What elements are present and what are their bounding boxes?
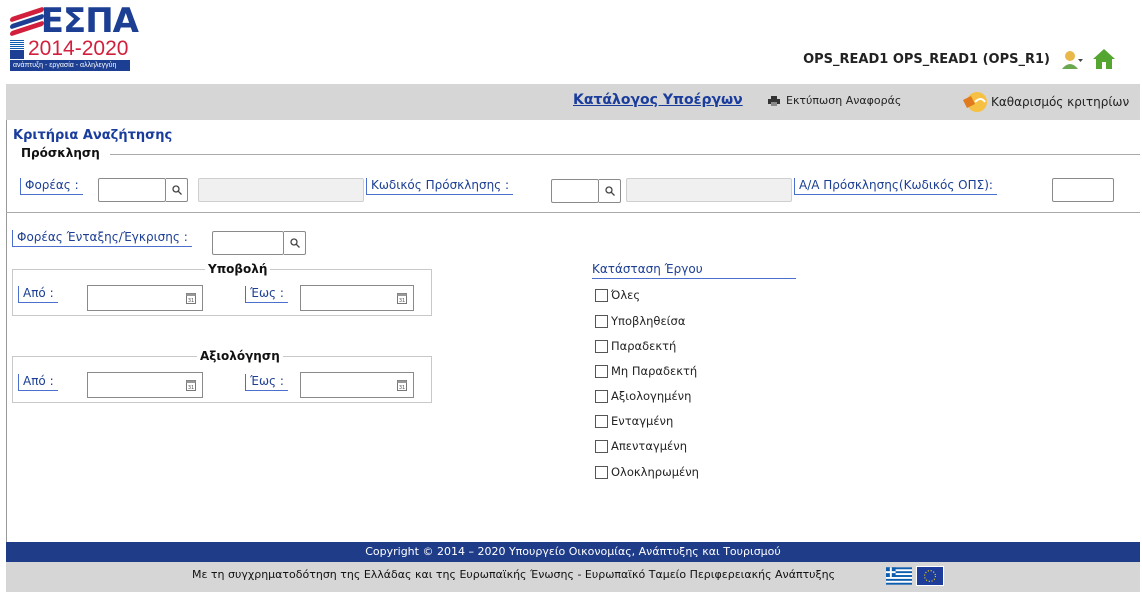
- agency-label: Φορέας :: [20, 178, 83, 195]
- status-option-completed[interactable]: Ολοκληρωμένη: [595, 465, 699, 479]
- invitation-group-label: Πρόσκληση: [18, 146, 103, 160]
- aa-label: Α/Α Πρόσκλησης(Κωδικός ΟΠΣ):: [794, 178, 997, 195]
- search-icon: [171, 185, 182, 195]
- clear-criteria-button[interactable]: Καθαρισμός κριτηρίων: [961, 90, 1129, 114]
- calendar-icon[interactable]: 31: [186, 379, 196, 391]
- project-status-title: Κατάσταση Έργου: [592, 262, 796, 279]
- print-report-button[interactable]: Εκτύπωση Αναφοράς: [768, 94, 901, 107]
- status-checkbox[interactable]: [595, 364, 608, 378]
- submission-from-label: Από :: [18, 286, 58, 303]
- eu-flag-icon: [916, 566, 944, 586]
- agency-search-button[interactable]: [166, 178, 188, 202]
- status-option-not-accepted[interactable]: Μη Παραδεκτή: [595, 364, 697, 378]
- status-option-submitted[interactable]: Υποβληθείσα: [595, 314, 685, 328]
- calendar-icon[interactable]: 31: [397, 292, 407, 304]
- status-option-all[interactable]: Όλες: [595, 288, 640, 302]
- search-icon: [604, 186, 615, 196]
- submission-to-label: Έως :: [245, 286, 288, 303]
- svg-text:31: 31: [188, 385, 194, 391]
- evaluation-from-label: Από :: [18, 374, 58, 391]
- inclusion-agency-label: Φορέας Ένταξης/Έγκρισης :: [12, 230, 192, 247]
- print-report-label: Εκτύπωση Αναφοράς: [786, 94, 902, 107]
- user-icon[interactable]: [1062, 50, 1084, 70]
- toolbar: Κατάλογος Υποέργων Εκτύπωση Αναφοράς Καθ…: [6, 84, 1140, 120]
- agency-description-field: [198, 178, 364, 202]
- submission-from-date-input[interactable]: 31: [87, 285, 203, 311]
- submission-to-date-input[interactable]: 31: [300, 285, 414, 311]
- status-checkbox[interactable]: [595, 339, 608, 353]
- inclusion-agency-search-button[interactable]: [284, 231, 306, 255]
- status-option-included[interactable]: Ενταγμένη: [595, 414, 673, 428]
- home-icon[interactable]: [1092, 48, 1116, 70]
- logo-word: ΕΣΠΑ: [40, 1, 139, 41]
- invitation-bottom-divider: [6, 212, 1140, 213]
- cofunding-text: Με τη συγχρηματοδότηση της Ελλάδας και τ…: [192, 568, 836, 581]
- submission-group-label: Υποβολή: [205, 262, 271, 276]
- svg-text:31: 31: [399, 298, 405, 304]
- user-label: OPS_READ1 OPS_READ1 (OPS_R1): [803, 52, 1050, 67]
- espa-logo[interactable]: ΕΣΠΑ 2014-2020 ανάπτυξη - εργασία - αλλη…: [10, 1, 139, 76]
- logo-stripes-icon: [10, 6, 44, 37]
- svg-text:31: 31: [399, 385, 405, 391]
- logo-years: 2014-2020: [28, 37, 129, 60]
- greek-flag-icon: [886, 567, 912, 585]
- svg-text:31: 31: [188, 298, 194, 304]
- status-checkbox[interactable]: [595, 465, 608, 479]
- left-border: [6, 120, 7, 542]
- calendar-icon[interactable]: 31: [397, 379, 407, 391]
- calendar-icon[interactable]: 31: [186, 292, 196, 304]
- status-option-evaluated[interactable]: Αξιολογημένη: [595, 389, 691, 403]
- invitation-code-input[interactable]: [551, 179, 599, 203]
- logo-tagline: ανάπτυξη - εργασία - αλληλεγγύη: [10, 60, 130, 71]
- agency-input[interactable]: [98, 178, 166, 202]
- evaluation-to-date-input[interactable]: 31: [300, 372, 414, 398]
- subprojects-list-link[interactable]: Κατάλογος Υποέργων: [573, 92, 743, 108]
- inclusion-agency-input[interactable]: [212, 231, 284, 255]
- evaluation-to-label: Έως :: [245, 374, 288, 391]
- status-option-accepted[interactable]: Παραδεκτή: [595, 339, 676, 353]
- evaluation-group-label: Αξιολόγηση: [197, 349, 283, 363]
- status-checkbox[interactable]: [595, 314, 608, 328]
- copyright-bar: Copyright © 2014 – 2020 Υπουργείο Οικονο…: [6, 542, 1140, 562]
- invitation-code-label: Κωδικός Πρόσκλησης :: [366, 178, 514, 195]
- print-icon: [768, 95, 780, 106]
- status-checkbox[interactable]: [595, 414, 608, 428]
- status-checkbox[interactable]: [595, 288, 608, 302]
- status-option-excluded[interactable]: Απενταγμένη: [595, 439, 687, 453]
- status-checkbox[interactable]: [595, 389, 608, 403]
- invitation-code-search-button[interactable]: [599, 179, 621, 203]
- cofunding-bar: Με τη συγχρηματοδότηση της Ελλάδας και τ…: [6, 562, 1140, 592]
- page: ΕΣΠΑ 2014-2020 ανάπτυξη - εργασία - αλλη…: [0, 0, 1142, 592]
- eraser-icon: [963, 92, 987, 112]
- search-criteria-title: Κριτήρια Αναζήτησης: [13, 128, 173, 143]
- logo-greek-flag-icon: [10, 39, 24, 49]
- logo-eu-flag-icon: [10, 49, 24, 59]
- aa-input[interactable]: [1052, 178, 1114, 202]
- status-checkbox[interactable]: [595, 439, 608, 453]
- invitation-divider: [110, 154, 1140, 155]
- invitation-description-field: [626, 178, 792, 202]
- clear-criteria-label: Καθαρισμός κριτηρίων: [991, 95, 1130, 109]
- evaluation-from-date-input[interactable]: 31: [87, 372, 203, 398]
- search-icon: [289, 238, 300, 248]
